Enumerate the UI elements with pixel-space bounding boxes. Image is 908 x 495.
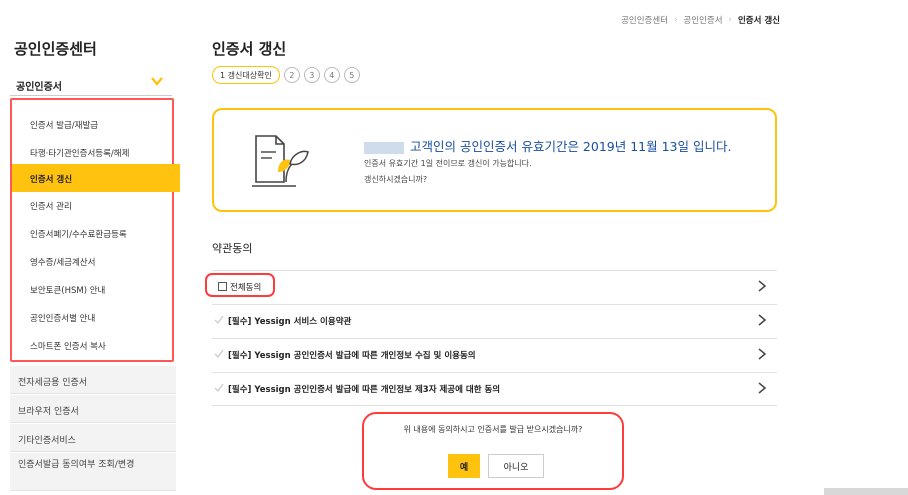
breadcrumb-current: 인증서 갱신 xyxy=(737,16,780,26)
breadcrumb-separator-icon: › xyxy=(728,15,732,25)
sidebar-item-manage[interactable]: 인증서 관리 xyxy=(12,191,172,219)
breadcrumb-item[interactable]: 공인인증서 xyxy=(683,14,722,26)
breadcrumb-separator-icon: › xyxy=(674,15,678,25)
all-agree-row[interactable]: 전체동의 xyxy=(212,270,777,302)
sidebar-item-tax-cert[interactable]: 전자세금용 인증서 xyxy=(10,366,176,394)
chevron-right-icon[interactable] xyxy=(757,382,767,394)
sidebar-item-hsm[interactable]: 보안토큰(HSM) 안내 xyxy=(12,275,172,303)
page: 공인인증센터 › 공인인증서 › 인증서 갱신 공인인증센터 공인인증서 인증서… xyxy=(0,0,908,495)
sidebar-item-external-register[interactable]: 타행·타기관인증서등록/해제 xyxy=(12,138,172,166)
chevron-right-icon[interactable] xyxy=(757,314,767,326)
breadcrumb: 공인인증센터 › 공인인증서 › 인증서 갱신 xyxy=(621,14,780,26)
terms-divider xyxy=(212,405,777,406)
no-button[interactable]: 아니오 xyxy=(488,454,544,478)
notice-question-text: 갱신하시겠습니까? xyxy=(364,175,428,184)
sidebar-item-other-services[interactable]: 기타인증서비스 xyxy=(10,424,176,452)
sidebar-item-renew[interactable]: 인증서 갱신 xyxy=(12,164,180,192)
step-item: 4 xyxy=(323,67,340,83)
notice-expiry-text: 고객인의 공인인증서 유효기간은 2019년 11월 13일 입니다. xyxy=(364,136,731,155)
sidebar-submenu: 인증서 발급/재발급 타행·타기관인증서등록/해제 인증서 갱신 인증서 관리 … xyxy=(10,98,180,362)
chevron-right-icon[interactable] xyxy=(757,348,767,360)
terms-row[interactable]: [필수] Yessign 서비스 이용약관 xyxy=(212,304,777,336)
terms-label[interactable]: [필수] Yessign 공인인증서 발급에 따른 개인정보 제3자 제공에 대… xyxy=(228,383,500,395)
sidebar-section-label: 공인인증서 xyxy=(16,82,62,93)
sidebar-section-toggle[interactable]: 공인인증서 xyxy=(10,70,172,96)
sidebar-item-receipt[interactable]: 영수증/세금계산서 xyxy=(12,247,172,275)
breadcrumb-item[interactable]: 공인인증센터 xyxy=(621,14,668,26)
sidebar-item-consent-status[interactable]: 인증서발급 동의여부 조회/변경 xyxy=(10,453,176,491)
step-item: 3 xyxy=(303,67,320,83)
step-indicator: 1 갱신대상확인 2 3 4 5 xyxy=(212,66,360,84)
yes-button[interactable]: 예 xyxy=(448,454,480,478)
terms-row[interactable]: [필수] Yessign 공인인증서 발급에 따른 개인정보 제3자 제공에 대… xyxy=(212,372,777,404)
sidebar-title: 공인인증센터 xyxy=(14,40,97,58)
sidebar-item-revoke[interactable]: 인증서폐기/수수료환급등록 xyxy=(12,219,172,247)
terms-label[interactable]: [필수] Yessign 서비스 이용약관 xyxy=(228,315,351,327)
all-agree-highlight xyxy=(205,273,275,297)
scrollbar[interactable] xyxy=(824,488,908,495)
check-icon xyxy=(214,315,224,325)
terms-label[interactable]: [필수] Yessign 공인인증서 발급에 따른 개인정보 수집 및 이용동의 xyxy=(228,349,476,361)
terms-row[interactable]: [필수] Yessign 공인인증서 발급에 따른 개인정보 수집 및 이용동의 xyxy=(212,338,777,370)
step-current: 1 갱신대상확인 xyxy=(212,66,280,84)
page-title: 인증서 갱신 xyxy=(212,40,287,58)
sidebar-item-issue[interactable]: 인증서 발급/재발급 xyxy=(12,110,172,138)
terms-section-title: 약관동의 xyxy=(212,242,253,255)
sidebar-item-guide[interactable]: 공인인증서별 안내 xyxy=(12,303,172,331)
check-icon xyxy=(214,349,224,359)
certificate-leaf-icon xyxy=(252,135,309,187)
sidebar: 공인인증센터 공인인증서 인증서 발급/재발급 타행·타기관인증서등록/해제 인… xyxy=(10,0,180,495)
check-icon xyxy=(214,383,224,393)
masked-name xyxy=(364,141,404,154)
notice-detail-text: 인증서 유효기간 1일 전이므로 갱신이 가능합니다. xyxy=(364,159,532,168)
confirm-panel: 위 내용에 동의하시고 인증서를 발급 받으시겠습니까? 예 아니오 xyxy=(362,412,624,490)
chevron-down-icon xyxy=(151,77,163,86)
step-item: 5 xyxy=(343,67,360,83)
renewal-notice: 고객인의 공인인증서 유효기간은 2019년 11월 13일 입니다. 인증서 … xyxy=(212,108,777,212)
confirm-question: 위 내용에 동의하시고 인증서를 발급 받으시겠습니까? xyxy=(403,425,583,434)
step-item: 2 xyxy=(283,67,300,83)
sidebar-item-smartphone-copy[interactable]: 스마트폰 인증서 복사 xyxy=(12,331,172,359)
sidebar-item-browser-cert[interactable]: 브라우저 인증서 xyxy=(10,395,176,423)
chevron-right-icon[interactable] xyxy=(757,280,767,292)
